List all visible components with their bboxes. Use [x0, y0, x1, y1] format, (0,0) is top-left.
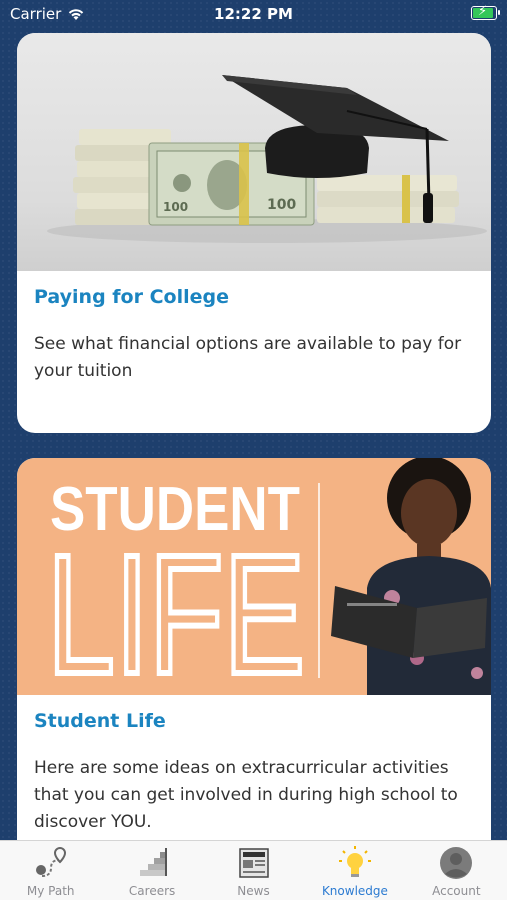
tab-label: News [237, 884, 270, 898]
student-life-card[interactable]: STUDENT LIFE Student Life Here are some … [17, 458, 491, 878]
money-graduation-image: 100 100 [17, 33, 491, 271]
card-description: See what financial options are available… [34, 334, 462, 381]
tab-account[interactable]: Account [406, 841, 507, 900]
status-bar: Carrier 12:22 PM ⚡ [0, 0, 507, 30]
paying-for-college-card[interactable]: 100 100 Paying for College See what fina… [17, 33, 491, 433]
tab-my-path[interactable]: My Path [0, 841, 101, 900]
tab-label: My Path [26, 884, 75, 898]
tab-label: Account [432, 884, 481, 898]
tab-news[interactable]: News [203, 841, 304, 900]
tab-bar: My Path Careers News Knowledge Account [0, 840, 507, 900]
stairs-icon [140, 848, 168, 876]
map-route-icon [35, 846, 66, 877]
tab-knowledge[interactable]: Knowledge [304, 841, 405, 900]
student-life-banner-image: STUDENT LIFE [17, 458, 491, 695]
status-time: 12:22 PM [214, 5, 293, 23]
battery-icon: ⚡ [471, 4, 500, 20]
svg-text:100: 100 [163, 200, 188, 214]
svg-text:100: 100 [267, 197, 296, 213]
user-avatar-icon [440, 847, 473, 879]
newspaper-icon [238, 848, 269, 878]
card-description: Here are some ideas on extracurricular a… [34, 758, 458, 832]
student-photo [331, 458, 491, 695]
banner-word-life: LIFE [47, 520, 305, 695]
tab-label: Knowledge [321, 884, 388, 898]
card-title: Paying for College [34, 286, 229, 308]
tab-careers[interactable]: Careers [101, 841, 202, 900]
tab-label: Careers [128, 884, 176, 898]
card-title: Student Life [34, 710, 166, 732]
lightbulb-icon [338, 846, 371, 877]
